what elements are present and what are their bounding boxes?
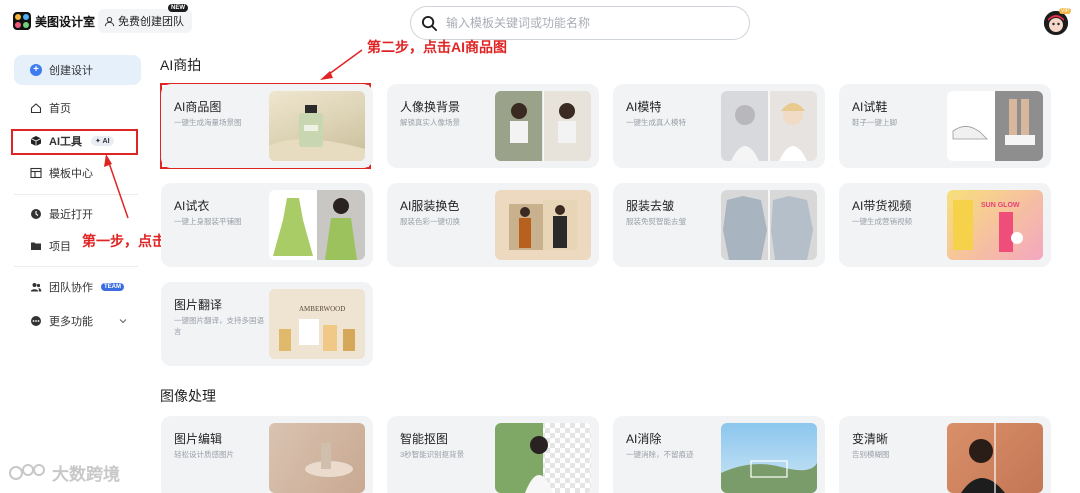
portrait-enhance-icon — [961, 423, 1005, 493]
edit-thumbnail — [269, 423, 365, 493]
model-pair-icon — [721, 91, 807, 161]
tool-card-ai-video[interactable]: AI带货视频 一键生成营销视频 SUN GLOW — [839, 183, 1051, 267]
card-desc: 一键生成海量场景图 — [174, 118, 242, 127]
shirt-icon — [723, 190, 813, 260]
dress-icon — [273, 190, 365, 260]
portrait-pair-icon — [495, 91, 591, 161]
perfume-brand-text: AMBERWOOD — [299, 305, 346, 313]
card-desc: 一键消除，不留痕迹 — [626, 450, 694, 459]
glow-brand-text: SUN GLOW — [981, 202, 1020, 209]
card-title: AI消除 — [626, 432, 662, 446]
watermark-text: 大数跨境 — [52, 465, 120, 484]
tool-card-wrinkle-removal[interactable]: 服装去皱 服装免熨智能去皱 — [613, 183, 825, 267]
tool-card-clothing-recolor[interactable]: AI服装换色 服装色彩一键切换 — [387, 183, 599, 267]
tool-card-ai-tryon[interactable]: AI试衣 一键上身服装平铺图 — [161, 183, 373, 267]
card-desc: 鞋子一键上脚 — [852, 118, 897, 127]
tool-card-cutout[interactable]: 智能抠图 3秒智能识别抠背景 — [387, 416, 599, 493]
recolor-thumbnail — [495, 190, 591, 260]
tool-card-portrait-bg[interactable]: 人像换背景 解锁真实人像场景 — [387, 84, 599, 168]
card-desc: 解锁真实人像场景 — [400, 118, 460, 127]
tool-card-ai-product[interactable]: AI商品图 一键生成海量场景图 — [161, 84, 373, 168]
card-title: 图片编辑 — [174, 432, 223, 446]
card-title: AI试衣 — [174, 199, 210, 213]
enhance-thumbnail — [947, 423, 1043, 493]
tool-card-image-edit[interactable]: 图片编辑 轻松设计质感图片 — [161, 416, 373, 493]
card-title: AI商品图 — [174, 100, 222, 114]
card-title: AI模特 — [626, 100, 662, 114]
card-title: AI试鞋 — [852, 100, 888, 114]
portrait-thumbnail — [495, 91, 591, 161]
card-desc: 一键生成营销视频 — [852, 217, 912, 226]
card-desc: 一键图片翻译，支持多国语言 — [174, 316, 264, 336]
tool-card-ai-erase[interactable]: AI消除 一键消除，不留痕迹 — [613, 416, 825, 493]
perfume-thumbnail — [269, 91, 365, 161]
card-desc: 一键生成真人模特 — [626, 118, 686, 127]
card-title: 变清晰 — [852, 432, 889, 446]
watermark: 大数跨境 — [8, 460, 120, 485]
cutout-thumbnail — [495, 423, 591, 493]
recolor-people-icon — [509, 200, 577, 250]
section-title-ai-shoot: AI商拍 — [160, 57, 202, 73]
watermark-logo-icon — [9, 463, 45, 480]
card-desc: 服装免熨智能去皱 — [626, 217, 686, 226]
tool-card-image-translate[interactable]: 图片翻译 一键图片翻译，支持多国语言 AMBERWOOD — [161, 282, 373, 366]
landscape-icon — [721, 460, 817, 493]
perfume-set-icon — [269, 289, 365, 359]
card-title: 服装去皱 — [626, 199, 675, 213]
card-title: AI带货视频 — [852, 199, 912, 213]
card-desc: 一键上身服装平铺图 — [174, 217, 242, 226]
card-title: 图片翻译 — [174, 298, 223, 312]
dress-thumbnail — [269, 190, 365, 260]
step2-annotation: 第二步，点击AI商品图 — [367, 39, 507, 55]
card-desc: 服装色彩一键切换 — [400, 217, 460, 226]
perfume-bottle-icon — [269, 105, 365, 161]
tool-card-ai-model[interactable]: AI模特 一键生成真人模特 — [613, 84, 825, 168]
vase-icon — [305, 443, 353, 477]
video-promo-icon — [953, 200, 1023, 252]
shoes-thumbnail — [947, 91, 1043, 161]
sneaker-icon — [952, 91, 1043, 161]
tool-card-ai-shoes[interactable]: AI试鞋 鞋子一键上脚 — [839, 84, 1051, 168]
tool-card-enhance[interactable]: 变清晰 告别模糊图 — [839, 416, 1051, 493]
card-title: 智能抠图 — [400, 432, 449, 446]
section-title-image-processing: 图像处理 — [160, 388, 216, 404]
card-desc: 3秒智能识别抠背景 — [400, 450, 465, 459]
video-thumbnail: SUN GLOW — [947, 190, 1043, 260]
model-thumbnail — [721, 91, 817, 161]
card-desc: 轻松设计质感图片 — [174, 450, 234, 459]
erase-thumbnail — [721, 423, 817, 493]
card-title: AI服装换色 — [400, 199, 460, 213]
wrinkle-thumbnail — [721, 190, 817, 260]
card-title: 人像换背景 — [400, 100, 461, 114]
cutout-person-icon — [495, 423, 553, 493]
translate-thumbnail: AMBERWOOD — [269, 289, 365, 359]
card-desc: 告别模糊图 — [852, 450, 890, 459]
